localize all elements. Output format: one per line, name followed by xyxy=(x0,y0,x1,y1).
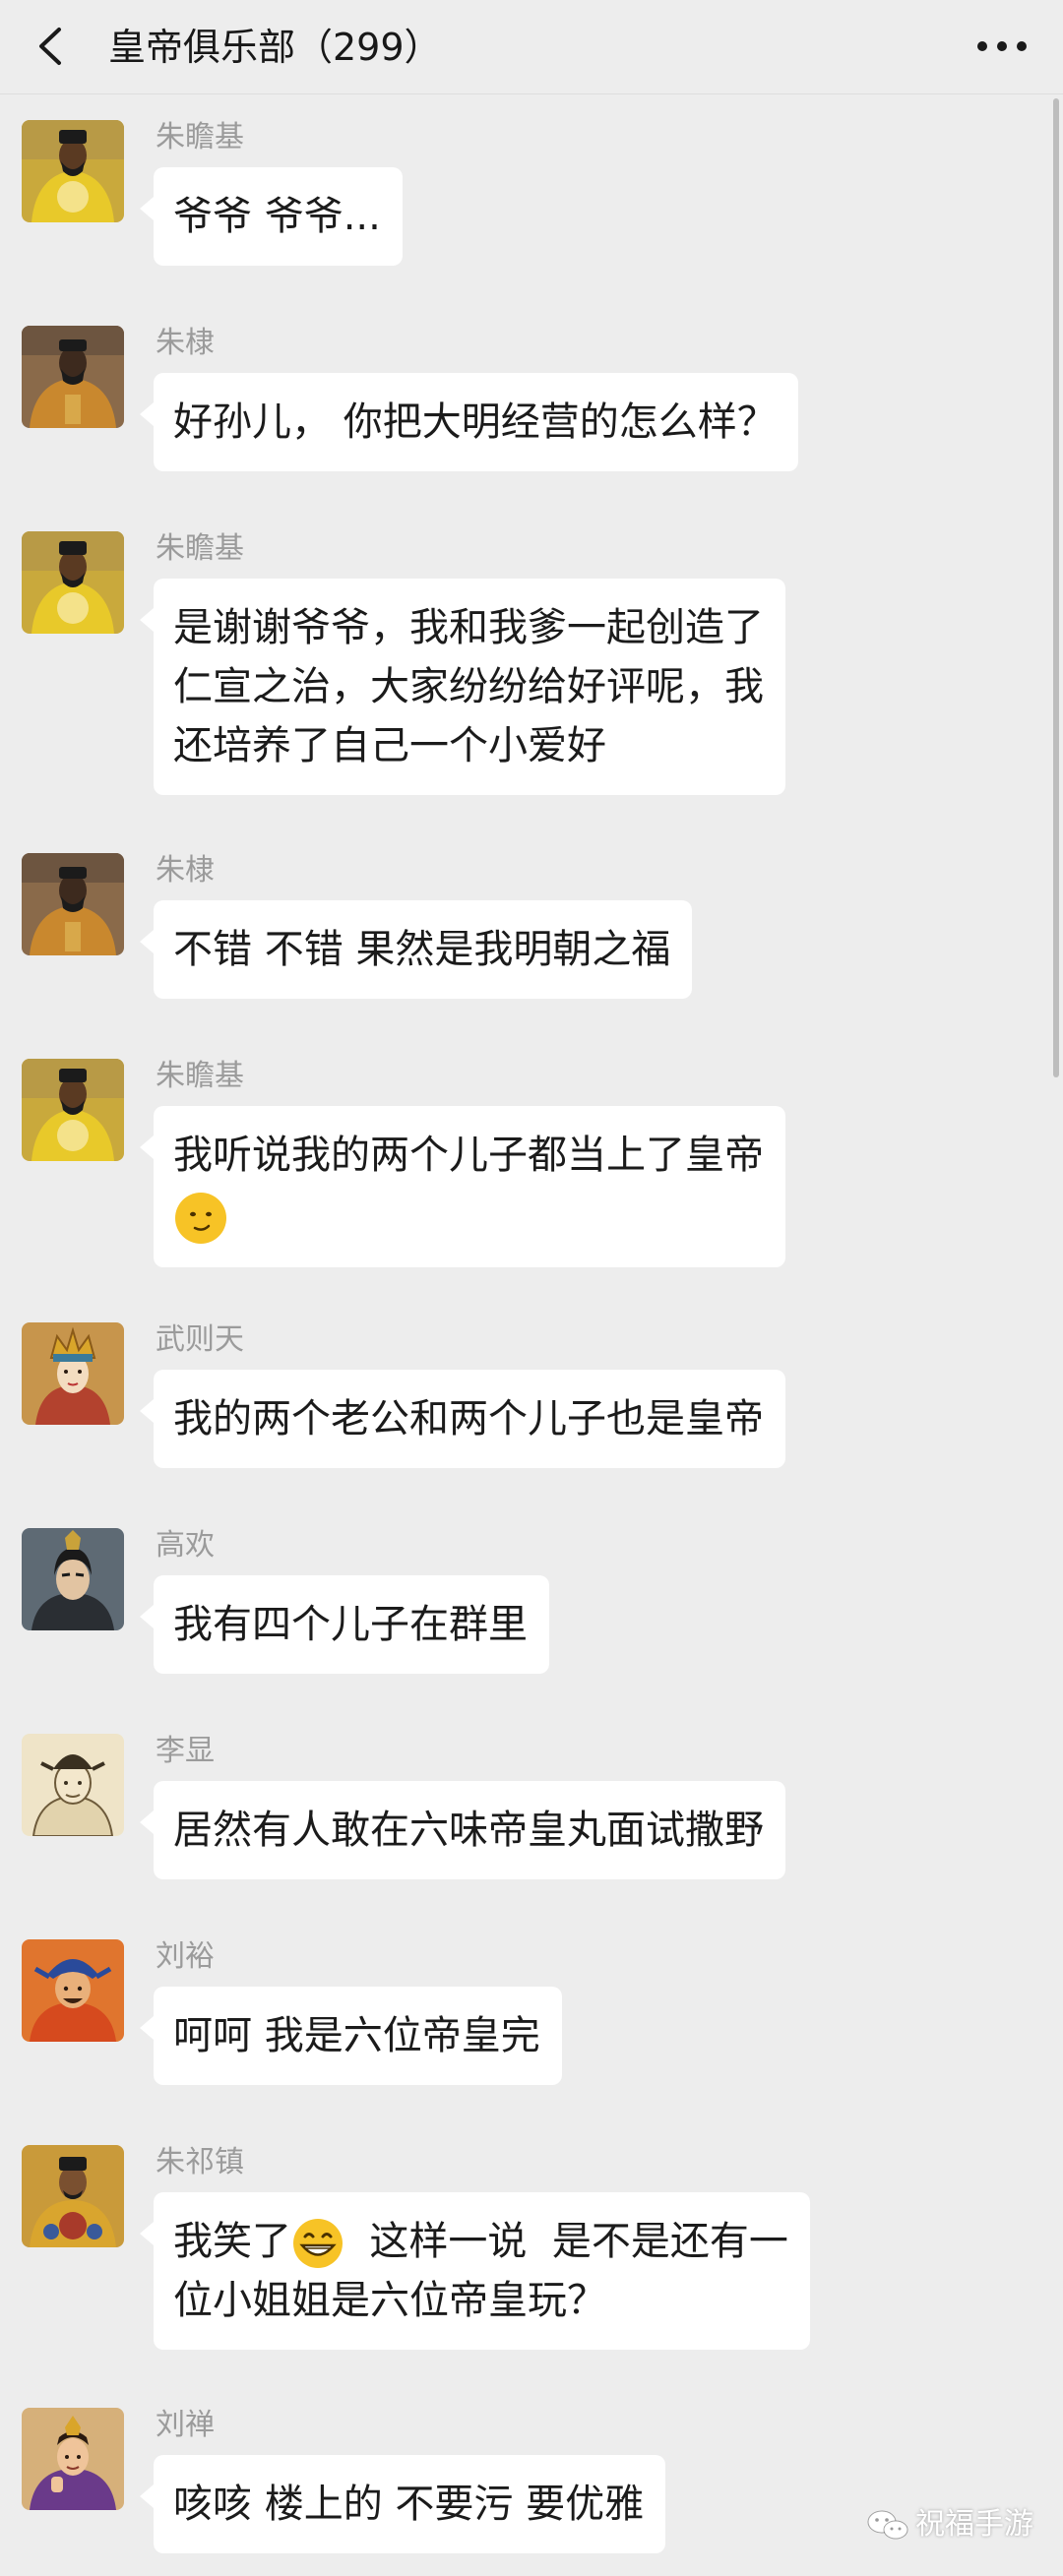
sender-name: 刘禅 xyxy=(156,2408,215,2442)
chevron-left-icon xyxy=(39,28,61,65)
message-text: 是谢谢爷爷，我和我爹一起创造了 xyxy=(173,605,764,650)
message-bubble[interactable]: 是谢谢爷爷，我和我爹一起创造了 仁宣之治，大家纷纷给好评呢，我 还培养了自己一个… xyxy=(140,579,785,795)
message-bubble[interactable]: 我的两个老公和两个儿子也是皇帝 xyxy=(140,1370,785,1468)
message-text: 不错 不错 果然是我明朝之福 xyxy=(173,927,671,972)
emperor-yellow-robe-avatar[interactable] xyxy=(22,1059,124,1161)
sender-name: 刘裕 xyxy=(156,1939,215,1974)
message-bubble[interactable]: 居然有人敢在六味帝皇丸面试撒野 xyxy=(140,1781,785,1879)
message-bubble[interactable]: 呵呵 我是六位帝皇完 xyxy=(140,1987,562,2085)
sender-name: 朱瞻基 xyxy=(156,120,244,154)
message-bubble[interactable]: 咳咳 楼上的 不要污 要优雅 xyxy=(139,2455,666,2553)
message-bubble[interactable]: 我笑了 这样一说 是不是还有一 位小姐姐是六位帝皇玩？ xyxy=(140,2192,810,2350)
emperor-dragon-robe-avatar[interactable] xyxy=(22,2145,124,2247)
emperor-seated-avatar[interactable] xyxy=(22,853,124,955)
emperor-yellow-robe-avatar[interactable] xyxy=(22,120,124,222)
emperor-purple-robe-avatar[interactable] xyxy=(22,2408,124,2510)
message-text: 我的两个老公和两个儿子也是皇帝 xyxy=(173,1396,764,1441)
message-text: 我听说我的两个儿子都当上了皇帝 xyxy=(173,1133,764,1178)
message-text: 位小姐姐是六位帝皇玩？ xyxy=(173,2278,606,2323)
emperor-blue-hat-avatar[interactable] xyxy=(22,1939,124,2042)
chat-header: 皇帝俱乐部（299） xyxy=(0,0,1063,94)
emperor-seated-avatar[interactable] xyxy=(22,326,124,428)
message-text: 仁宣之治，大家纷纷给好评呢，我 xyxy=(173,664,764,709)
chat-title: 皇帝俱乐部（299） xyxy=(108,26,442,69)
emperor-sketch-avatar[interactable] xyxy=(22,1734,124,1836)
message-text: 我笑了 xyxy=(173,2219,291,2264)
empress-crown-avatar[interactable] xyxy=(22,1322,124,1425)
message-text: 居然有人敢在六味帝皇丸面试撒野 xyxy=(173,1808,764,1853)
sender-name: 朱棣 xyxy=(156,326,215,360)
more-dots-icon xyxy=(977,41,1027,51)
message-bubble[interactable]: 好孙儿， 你把大明经营的怎么样？ xyxy=(140,373,798,471)
emperor-yellow-robe-avatar[interactable] xyxy=(22,531,124,634)
message-bubble[interactable]: 我有四个儿子在群里 xyxy=(140,1575,549,1674)
scrollbar[interactable] xyxy=(1053,98,1059,1077)
sender-name: 朱瞻基 xyxy=(156,531,244,566)
message-bubble[interactable]: 我听说我的两个儿子都当上了皇帝 xyxy=(140,1106,785,1267)
message-text: 还培养了自己一个小爱好 xyxy=(173,723,606,768)
sender-name: 朱棣 xyxy=(156,853,215,888)
message-text: 这样一说 是不是还有一 xyxy=(344,2219,788,2264)
message-bubble[interactable]: 不错 不错 果然是我明朝之福 xyxy=(139,900,693,999)
sender-name: 高欢 xyxy=(156,1528,215,1563)
more-options-button[interactable] xyxy=(972,22,1032,71)
message-text: 好孙儿， 你把大明经营的怎么样？ xyxy=(173,399,777,445)
message-bubble[interactable]: 爷爷 爷爷... xyxy=(140,167,403,266)
message-text: 呵呵 我是六位帝皇完 xyxy=(173,2013,540,2058)
sender-name: 朱祁镇 xyxy=(156,2145,244,2179)
warrior-portrait-avatar[interactable] xyxy=(22,1528,124,1630)
sender-name: 武则天 xyxy=(156,1322,244,1357)
smug-face-emoji xyxy=(175,1193,226,1244)
watermark-text: 祝福手游 xyxy=(915,2507,1033,2542)
grinning-face-emoji xyxy=(293,2219,343,2268)
watermark: 祝福手游 xyxy=(866,2499,1033,2546)
message-text: 咳咳 楼上的 不要污 要优雅 xyxy=(173,2482,645,2527)
message-text: 我有四个儿子在群里 xyxy=(173,1602,528,1647)
sender-name: 朱瞻基 xyxy=(156,1059,244,1093)
sender-name: 李显 xyxy=(156,1734,215,1768)
message-text: 爷爷 爷爷... xyxy=(173,194,381,239)
wechat-logo-icon xyxy=(867,2510,908,2539)
back-button[interactable] xyxy=(28,22,77,71)
